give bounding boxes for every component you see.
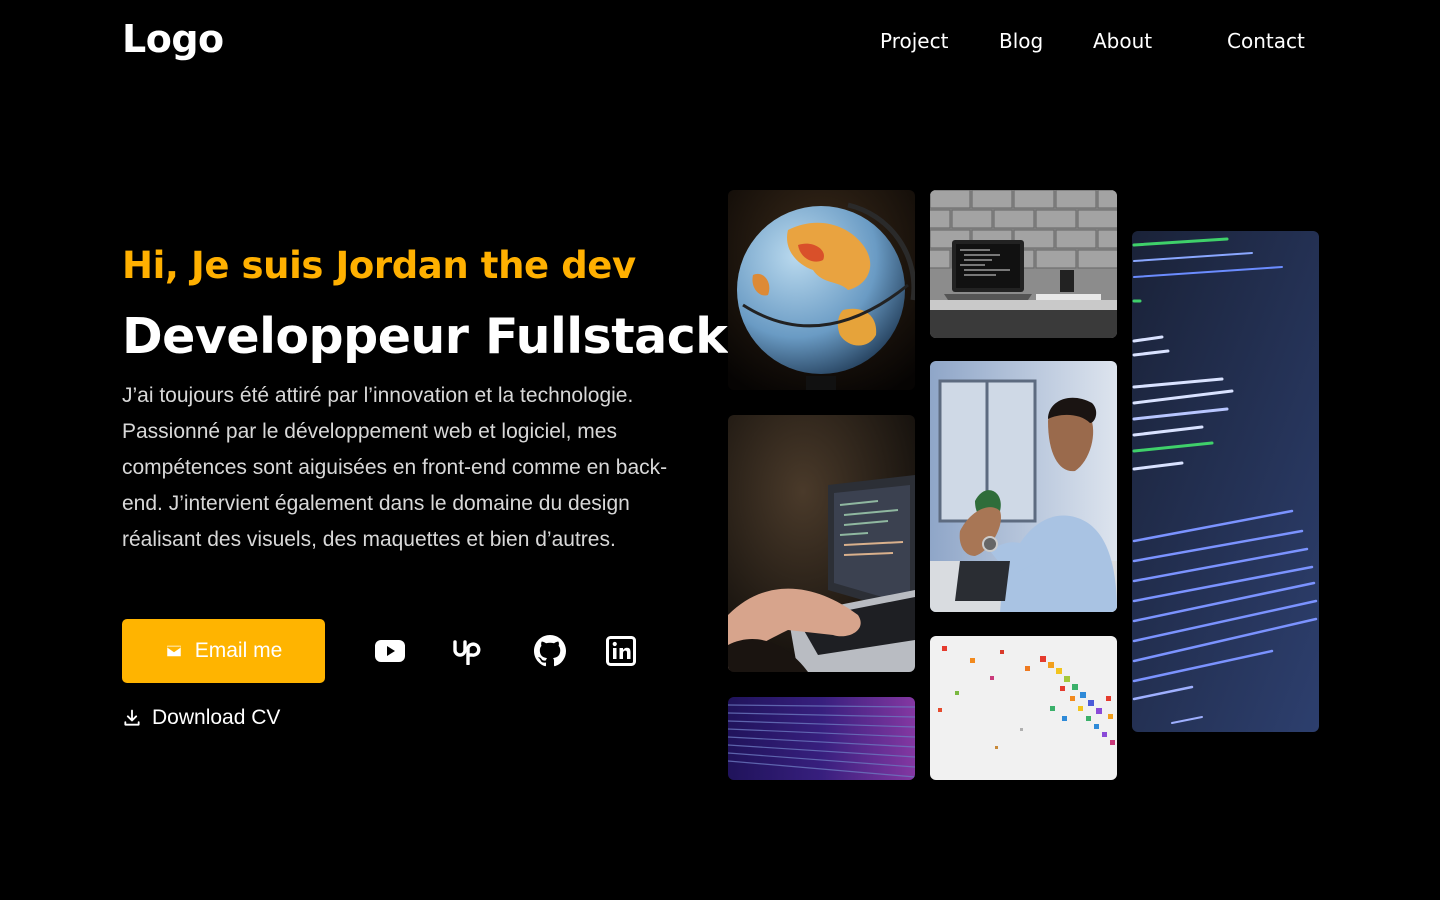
upwork-icon — [453, 640, 481, 665]
nav-link-contact[interactable]: Contact — [1227, 28, 1305, 54]
page: Logo Project Blog About Contact Hi, Je s… — [0, 0, 1440, 900]
hero-headline: Developpeur Fullstack — [122, 308, 728, 365]
laptop-desk-image — [930, 190, 1117, 338]
hero-bio: J’ai toujours été attiré par l’innovatio… — [122, 384, 668, 551]
main-nav: Project Blog About Contact — [0, 28, 1440, 54]
email-me-label: Email me — [194, 639, 283, 662]
globe-image — [728, 190, 915, 390]
purple-code-image — [728, 697, 915, 780]
download-icon — [124, 709, 140, 726]
github-icon — [534, 635, 566, 667]
email-me-button[interactable]: Email me — [122, 619, 325, 683]
youtube-link[interactable] — [373, 634, 407, 668]
youtube-icon — [375, 640, 405, 662]
download-cv-label: Download CV — [152, 706, 281, 729]
nav-link-blog[interactable]: Blog — [999, 28, 1043, 54]
typing-laptop-image — [728, 415, 915, 672]
linkedin-link[interactable] — [604, 634, 638, 668]
download-cv-link[interactable]: Download CV — [122, 706, 280, 730]
github-link[interactable] — [533, 634, 567, 668]
upwork-link[interactable] — [452, 634, 488, 668]
linkedin-icon — [606, 636, 636, 666]
nav-link-project[interactable]: Project — [880, 28, 948, 54]
mail-icon — [166, 645, 181, 657]
nav-link-about[interactable]: About — [1093, 28, 1152, 54]
colorful-cubes-image — [930, 636, 1117, 780]
code-screen-image — [1132, 231, 1319, 732]
man-video-call-image — [930, 361, 1117, 612]
hero-greeting: Hi, Je suis Jordan the dev — [122, 244, 636, 287]
